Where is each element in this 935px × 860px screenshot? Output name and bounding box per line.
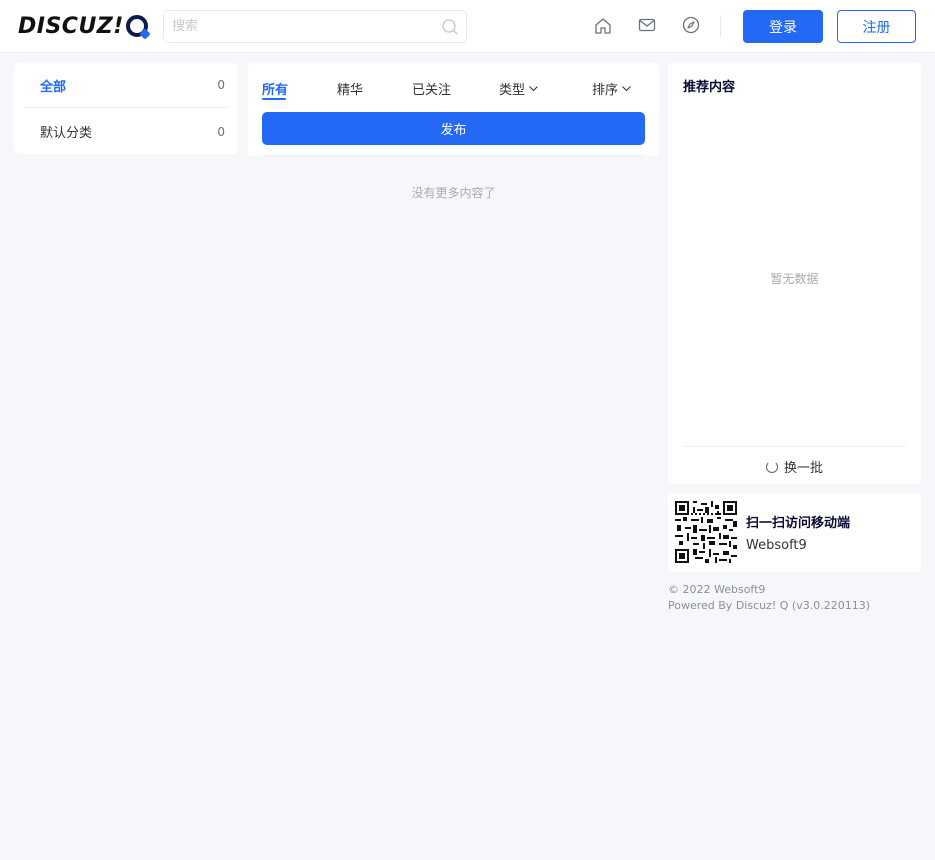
tab-following[interactable]: 已关注 bbox=[412, 79, 451, 98]
no-more-content-text: 没有更多内容了 bbox=[411, 186, 496, 200]
category-count: 0 bbox=[217, 78, 225, 92]
refresh-label: 换一批 bbox=[783, 461, 823, 476]
recommend-empty-text: 暂无数据 bbox=[770, 272, 819, 286]
chevron-down-icon bbox=[622, 86, 631, 92]
site-logo[interactable]: DISCUZ! bbox=[18, 13, 148, 39]
login-button[interactable]: 登录 bbox=[743, 10, 823, 43]
tab-label: 排序 bbox=[592, 83, 619, 98]
chevron-down-icon bbox=[529, 86, 538, 92]
category-name: 全部 bbox=[40, 79, 67, 95]
tab-label: 所有 bbox=[262, 83, 289, 98]
tab-all[interactable]: 所有 bbox=[262, 79, 288, 98]
logo-text: DISCUZ! bbox=[18, 13, 124, 39]
tab-type[interactable]: 类型 bbox=[499, 79, 539, 98]
recommend-card: 推荐内容 暂无数据 换一批 bbox=[668, 63, 921, 484]
qr-site-name: Websoft9 bbox=[746, 538, 807, 553]
tab-label: 已关注 bbox=[412, 83, 452, 98]
publish-button[interactable]: 发布 bbox=[262, 112, 645, 145]
footer-copyright: © 2022 Websoft9 bbox=[668, 583, 766, 596]
qr-code-image bbox=[675, 501, 737, 563]
category-item-default[interactable]: 默认分类 0 bbox=[24, 109, 227, 154]
qr-card: 扫一扫访问移动端 Websoft9 bbox=[668, 493, 921, 572]
tab-label: 精华 bbox=[337, 83, 364, 98]
category-card: 全部 0 默认分类 0 bbox=[14, 63, 238, 154]
tab-label: 类型 bbox=[499, 83, 526, 98]
refresh-icon bbox=[765, 460, 778, 473]
search-input[interactable] bbox=[164, 11, 424, 42]
tab-sort[interactable]: 排序 bbox=[592, 79, 632, 98]
header-divider bbox=[720, 15, 721, 37]
compass-icon[interactable] bbox=[681, 15, 701, 35]
mail-icon[interactable] bbox=[637, 15, 657, 35]
category-name: 默认分类 bbox=[40, 126, 93, 141]
register-button[interactable]: 注册 bbox=[837, 10, 916, 43]
search-icon[interactable] bbox=[440, 17, 460, 37]
recommend-title: 推荐内容 bbox=[683, 80, 736, 95]
search-box bbox=[163, 10, 467, 43]
category-count: 0 bbox=[217, 124, 225, 139]
refresh-batch-button[interactable]: 换一批 bbox=[668, 457, 921, 476]
top-header: DISCUZ! 登录 注册 bbox=[0, 0, 935, 53]
logo-q-icon bbox=[125, 15, 148, 37]
home-icon[interactable] bbox=[593, 16, 613, 36]
category-item-all[interactable]: 全部 0 bbox=[24, 63, 227, 108]
tab-essence[interactable]: 精华 bbox=[337, 79, 363, 98]
list-divider bbox=[262, 155, 645, 156]
active-tab-indicator bbox=[262, 98, 286, 100]
footer-powered-by: Powered By Discuz! Q (v3.0.220113) bbox=[668, 599, 871, 612]
qr-title: 扫一扫访问移动端 bbox=[746, 516, 851, 531]
recommend-divider bbox=[683, 446, 906, 447]
